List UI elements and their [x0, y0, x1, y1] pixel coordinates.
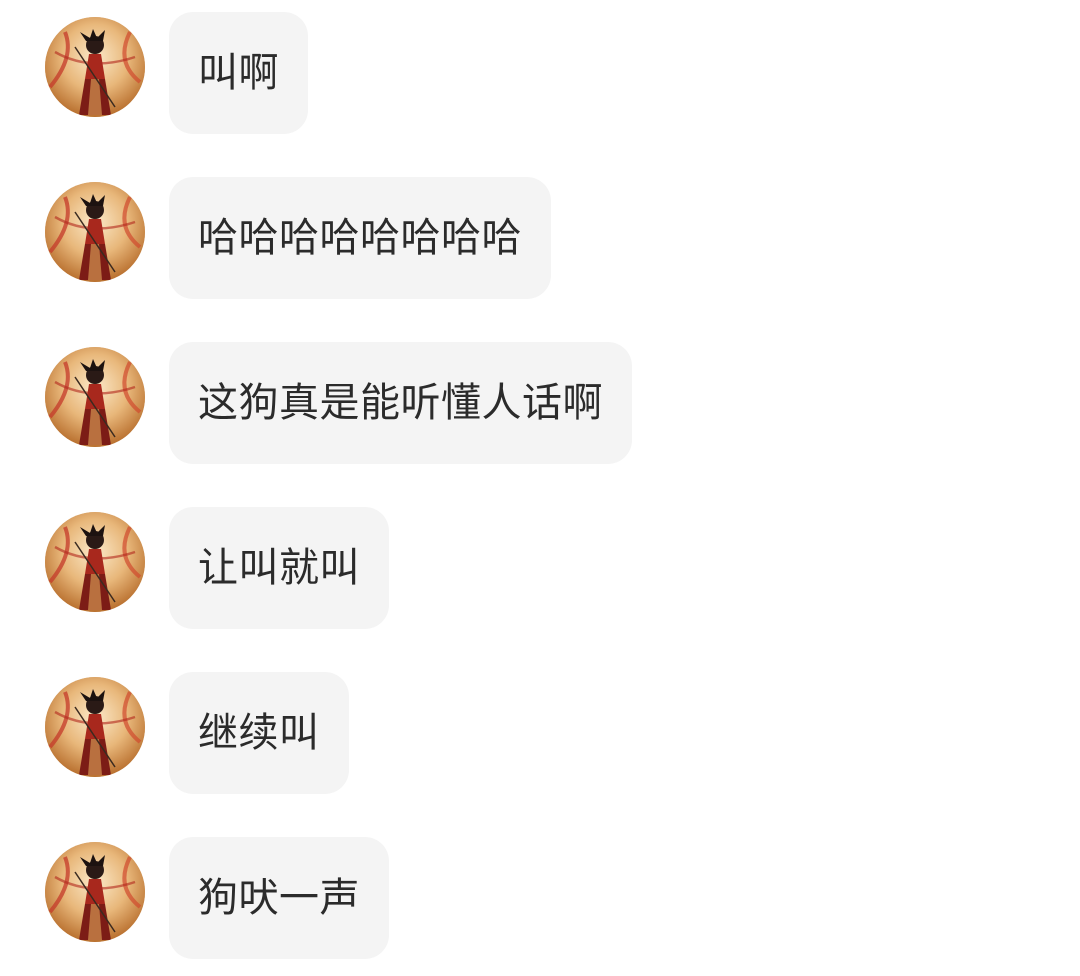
message-bubble[interactable]: 让叫就叫 [169, 507, 389, 629]
message-text: 这狗真是能听懂人话啊 [198, 380, 603, 426]
sender-avatar[interactable] [45, 347, 145, 447]
chat-message: 狗吠一声 [0, 837, 1080, 959]
message-text: 让叫就叫 [198, 545, 360, 591]
anime-warrior-avatar-icon [45, 677, 145, 777]
chat-message: 哈哈哈哈哈哈哈哈 [0, 177, 1080, 299]
anime-warrior-avatar-icon [45, 512, 145, 612]
message-bubble[interactable]: 哈哈哈哈哈哈哈哈 [169, 177, 551, 299]
anime-warrior-avatar-icon [45, 182, 145, 282]
sender-avatar[interactable] [45, 677, 145, 777]
message-bubble[interactable]: 这狗真是能听懂人话啊 [169, 342, 632, 464]
chat-message: 这狗真是能听懂人话啊 [0, 342, 1080, 464]
anime-warrior-avatar-icon [45, 842, 145, 942]
anime-warrior-avatar-icon [45, 17, 145, 117]
chat-message: 让叫就叫 [0, 507, 1080, 629]
sender-avatar[interactable] [45, 182, 145, 282]
message-bubble[interactable]: 叫啊 [169, 12, 308, 134]
message-text: 叫啊 [198, 50, 279, 96]
anime-warrior-avatar-icon [45, 347, 145, 447]
chat-message: 叫啊 [0, 12, 1080, 134]
message-bubble[interactable]: 狗吠一声 [169, 837, 389, 959]
sender-avatar[interactable] [45, 17, 145, 117]
sender-avatar[interactable] [45, 512, 145, 612]
message-text: 继续叫 [198, 710, 320, 756]
chat-message: 继续叫 [0, 672, 1080, 794]
message-text: 哈哈哈哈哈哈哈哈 [198, 215, 522, 261]
sender-avatar[interactable] [45, 842, 145, 942]
message-bubble[interactable]: 继续叫 [169, 672, 349, 794]
message-text: 狗吠一声 [198, 875, 360, 921]
